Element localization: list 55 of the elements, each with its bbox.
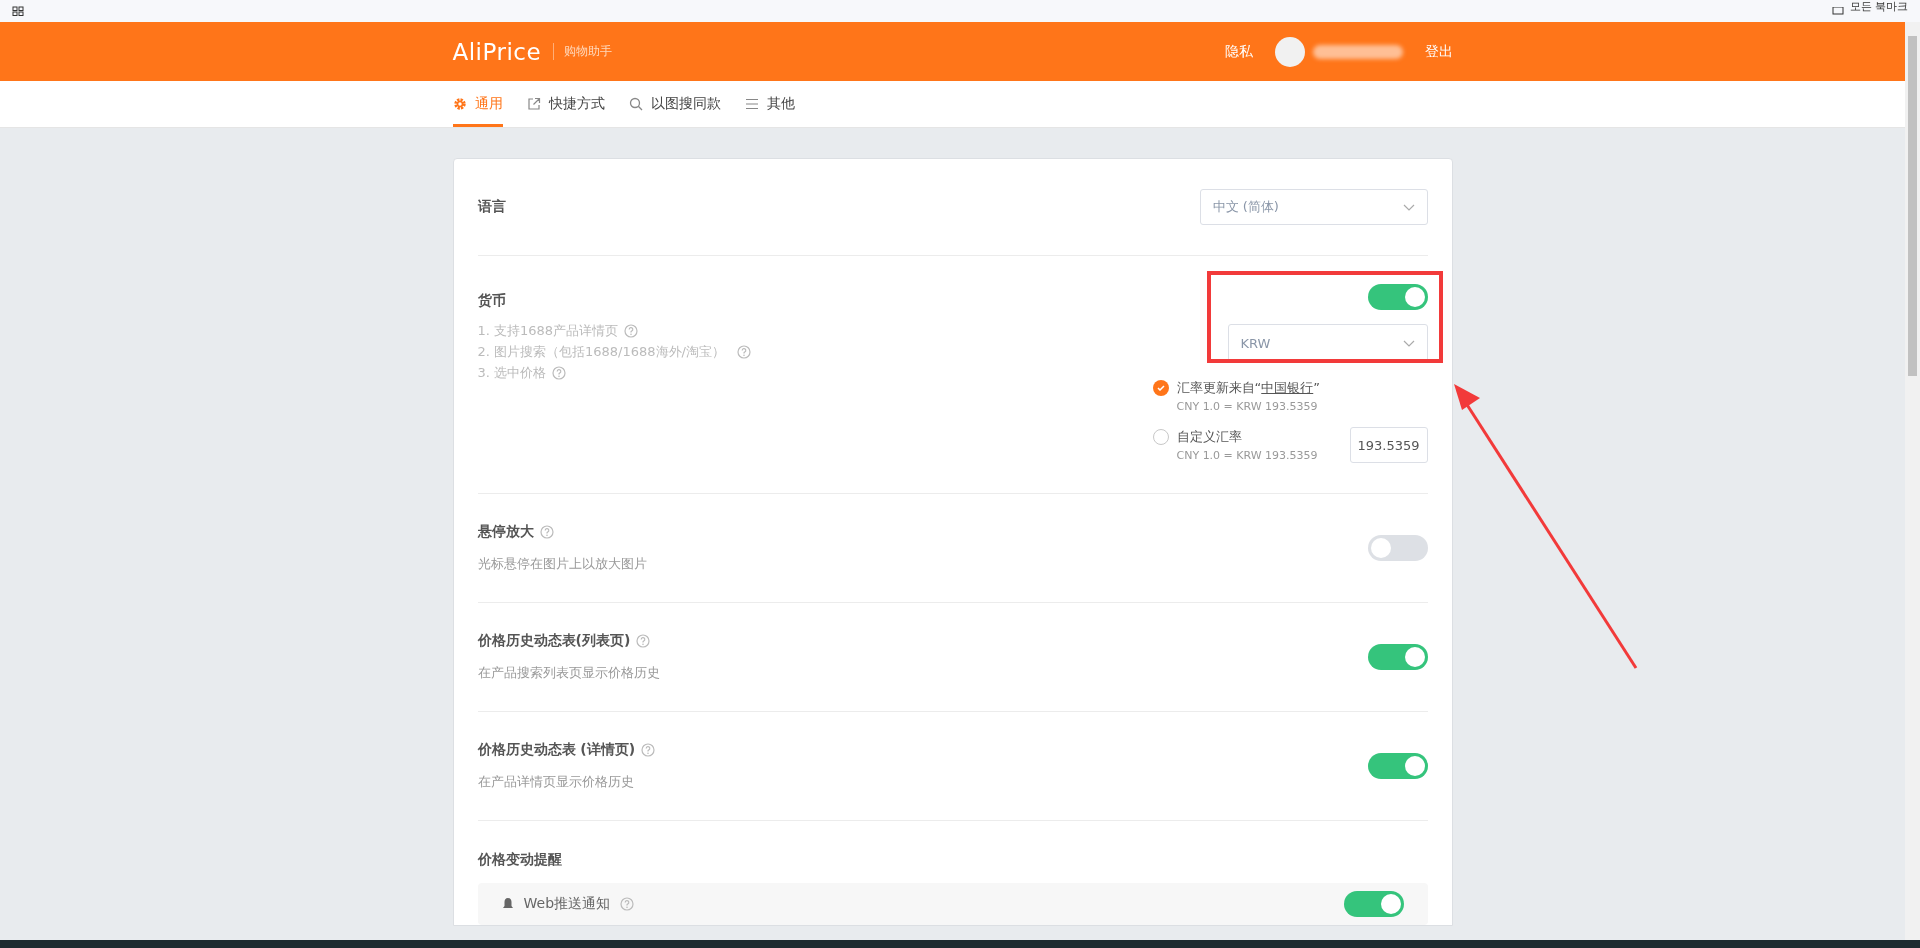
help-icon [636, 634, 651, 648]
setting-title: 悬停放大 [477, 523, 534, 541]
check-icon [1156, 385, 1165, 391]
option-label: 自定义汇率 [1176, 428, 1243, 446]
tagline: 购物助手 [553, 43, 613, 60]
setting-title: 价格历史动态表 (详情页) [477, 741, 636, 759]
menu-icon [744, 98, 759, 110]
logo[interactable]: AliPrice [452, 38, 542, 65]
avatar[interactable] [1274, 36, 1305, 67]
note-text: 3. 选中价格 [477, 364, 547, 382]
search-icon [628, 97, 643, 111]
setting-title: 价格历史动态表(列表页) [477, 632, 631, 650]
apps-grid-icon[interactable] [12, 6, 24, 16]
setting-description: 在产品搜索列表页显示价格历史 [477, 664, 660, 682]
setting-label: Web推送通知 [523, 895, 611, 913]
option-label: 汇率更新来自“中国银行” [1176, 379, 1320, 397]
toggle-switch[interactable] [1367, 535, 1428, 561]
toggle-switch[interactable] [1367, 284, 1428, 310]
tab[interactable]: 通用 [452, 81, 503, 127]
bookmarks-label[interactable]: 모든 북마크 [1849, 0, 1908, 14]
help-icon [552, 366, 567, 380]
radio-button[interactable] [1152, 429, 1169, 445]
language-select[interactable]: 中文 (简体) [1199, 189, 1428, 225]
currency-select[interactable]: KRW [1227, 324, 1428, 362]
radio-button[interactable] [1152, 380, 1169, 396]
privacy-link[interactable]: 隐私 [1224, 42, 1253, 61]
setting-description: 在产品详情页显示价格历史 [477, 773, 635, 791]
note-text: 2. 图片搜索（包括1688/1688海外/淘宝） [477, 343, 725, 361]
scrollbar[interactable] [1905, 22, 1920, 940]
setting-title: 货币 [477, 292, 507, 310]
settings-icon [452, 97, 467, 111]
help-icon [539, 525, 554, 539]
toggle-switch[interactable] [1343, 891, 1404, 917]
rate-input[interactable]: 193.5359 [1349, 427, 1428, 463]
bell-icon [501, 897, 514, 911]
help-icon [641, 743, 656, 757]
external-link-icon [526, 97, 541, 111]
help-icon [736, 345, 751, 359]
logout-link[interactable]: 登出 [1424, 42, 1453, 61]
toggle-switch[interactable] [1367, 644, 1428, 670]
toggle-switch[interactable] [1367, 753, 1428, 779]
folder-icon [1831, 7, 1844, 15]
help-icon [624, 324, 639, 338]
setting-title: 语言 [477, 198, 506, 216]
rate-text: CNY 1.0 = KRW 193.5359 [1176, 449, 1318, 462]
rate-text: CNY 1.0 = KRW 193.5359 [1176, 400, 1319, 413]
help-icon [620, 897, 635, 911]
setting-description: 光标悬停在图片上以放大图片 [477, 555, 647, 573]
tab[interactable]: 以图搜同款 [628, 81, 721, 127]
tab[interactable]: 其他 [744, 81, 795, 127]
note-text: 1. 支持1688产品详情页 [477, 322, 619, 340]
chevron-down-icon [1402, 339, 1415, 347]
section-title: 价格变动提醒 [477, 851, 562, 867]
tab[interactable]: 快捷方式 [526, 81, 605, 127]
chevron-down-icon [1402, 203, 1415, 211]
